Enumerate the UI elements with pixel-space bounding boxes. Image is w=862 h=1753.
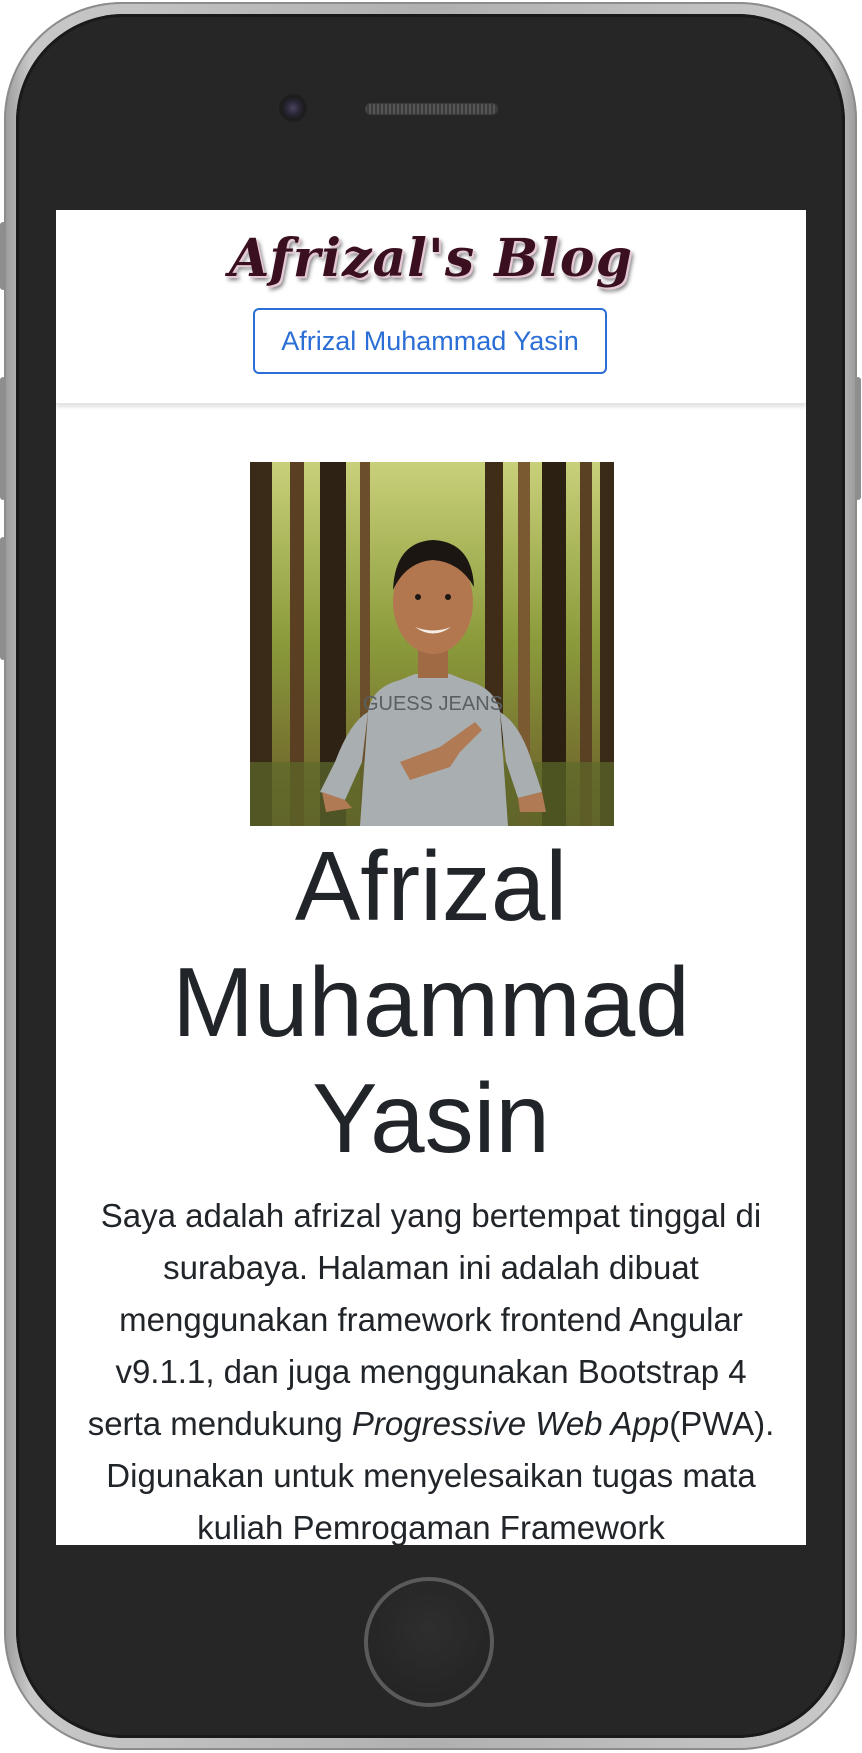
- brand-logo[interactable]: Afrizal's Blog: [56, 228, 806, 289]
- navbar: Afrizal's Blog Afrizal Muhammad Yasin: [56, 210, 806, 404]
- silent-switch: [0, 222, 6, 290]
- profile-photo: GUESS JEANS: [250, 462, 614, 826]
- profile-photo-image: GUESS JEANS: [250, 462, 614, 826]
- shirt-print: GUESS JEANS: [363, 693, 503, 715]
- device-screen: Afrizal's Blog Afrizal Muhammad Yasin GU…: [56, 210, 806, 1545]
- nav-author-button[interactable]: Afrizal Muhammad Yasin: [253, 308, 607, 374]
- volume-up-button: [0, 377, 6, 500]
- home-button[interactable]: [364, 1577, 494, 1707]
- speaker-grille: [365, 103, 498, 115]
- profile-name: Afrizal Muhammad Yasin: [172, 831, 690, 1173]
- profile-bio: Saya adalah afrizal yang bertempat tingg…: [76, 1190, 786, 1545]
- front-camera-icon: [281, 96, 305, 120]
- bio-emphasis: Progressive Web App: [351, 1405, 670, 1442]
- power-button: [855, 377, 861, 500]
- volume-down-button: [0, 537, 6, 660]
